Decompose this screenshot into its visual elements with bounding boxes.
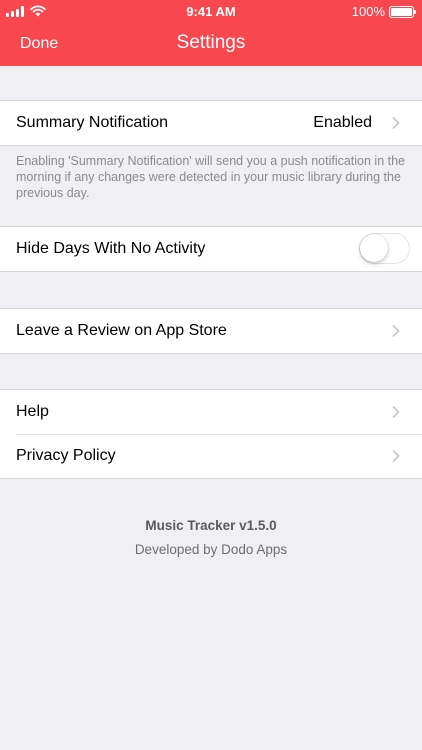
notifications-group: Summary Notification Enabled — [0, 100, 422, 146]
help-label: Help — [16, 403, 49, 420]
battery-status: 100% — [351, 4, 416, 19]
summary-notification-row[interactable]: Summary Notification Enabled — [0, 101, 422, 145]
hide-inactive-days-row: Hide Days With No Activity — [0, 227, 422, 271]
status-bar: 9:41 AM 100% — [0, 0, 422, 22]
chevron-right-icon — [392, 450, 400, 462]
privacy-policy-label: Privacy Policy — [16, 447, 116, 464]
chevron-right-icon — [392, 406, 400, 418]
toggle-knob — [360, 234, 388, 262]
activity-group: Hide Days With No Activity — [0, 226, 422, 272]
battery-icon — [389, 5, 416, 18]
page-title: Settings — [176, 32, 246, 53]
support-group: Help Privacy Policy — [0, 389, 422, 479]
summary-notification-value: Enabled — [313, 114, 372, 131]
chevron-right-icon — [392, 117, 400, 129]
privacy-policy-row[interactable]: Privacy Policy — [0, 434, 422, 478]
summary-notification-label: Summary Notification — [16, 114, 169, 131]
navigation-header: 9:41 AM 100% Done Settings — [0, 0, 422, 66]
help-row[interactable]: Help — [0, 390, 422, 434]
review-group: Leave a Review on App Store — [0, 308, 422, 354]
leave-review-row[interactable]: Leave a Review on App Store — [0, 309, 422, 353]
summary-notification-footnote: Enabling 'Summary Notification' will sen… — [16, 154, 406, 200]
app-version: Music Tracker v1.5.0 — [145, 518, 277, 533]
hide-inactive-days-label: Hide Days With No Activity — [16, 240, 206, 257]
battery-percent: 100% — [351, 4, 385, 19]
battery-fill — [391, 7, 412, 16]
developer-credit: Developed by Dodo Apps — [134, 542, 288, 557]
chevron-right-icon — [392, 325, 400, 337]
hide-inactive-days-toggle[interactable] — [359, 233, 410, 264]
leave-review-label: Leave a Review on App Store — [16, 322, 227, 339]
